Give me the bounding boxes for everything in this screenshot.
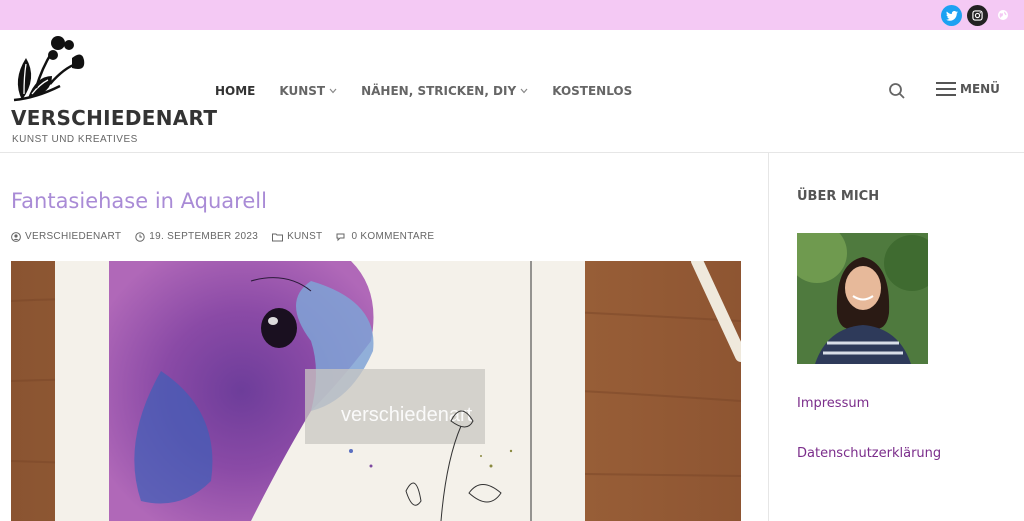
post-category[interactable]: KUNST xyxy=(272,231,322,242)
user-icon xyxy=(11,231,21,242)
site-title[interactable]: VERSCHIEDENART xyxy=(11,106,217,130)
post-title[interactable]: Fantasiehase in Aquarell xyxy=(11,189,267,213)
clock-icon xyxy=(135,231,145,242)
nav-item-label: NÄHEN, STRICKEN, DIY xyxy=(361,84,517,98)
sidebar-divider xyxy=(768,153,769,521)
nav-item-label: KOSTENLOS xyxy=(552,84,633,98)
search-button[interactable] xyxy=(888,82,906,105)
site-logo[interactable] xyxy=(10,32,90,109)
nav-item-label: HOME xyxy=(215,84,256,98)
post-comments[interactable]: 0 KOMMENTARE xyxy=(336,231,434,242)
nav-item-naehen[interactable]: NÄHEN, STRICKEN, DIY xyxy=(361,84,528,98)
author-photo xyxy=(797,233,928,364)
site-tagline: KUNST UND KREATIVES xyxy=(12,134,138,145)
post-meta: VERSCHIEDENART 19. SEPTEMBER 2023 KUNST … xyxy=(11,231,448,242)
sidebar-link-datenschutz[interactable]: Datenschutzerklärung xyxy=(797,446,941,461)
nav-item-kostenlos[interactable]: KOSTENLOS xyxy=(552,84,632,98)
author-name: VERSCHIEDENART xyxy=(25,231,122,242)
twitter-icon[interactable] xyxy=(941,5,962,26)
comments-text: 0 KOMMENTARE xyxy=(351,231,435,242)
main-navigation: HOME KUNST NÄHEN, STRICKEN, DIY KOSTENLO… xyxy=(215,84,656,98)
search-icon xyxy=(889,83,905,99)
category-text: KUNST xyxy=(287,231,323,242)
featured-image[interactable]: verschiedenart xyxy=(11,261,741,521)
post-author[interactable]: VERSCHIEDENART xyxy=(11,231,121,242)
hamburger-icon xyxy=(936,82,956,96)
site-header: VERSCHIEDENART KUNST UND KREATIVES HOME … xyxy=(0,30,1024,153)
date-text: 19. SEPTEMBER 2023 xyxy=(149,231,259,242)
menu-label: MENÜ xyxy=(960,82,1000,96)
nav-item-kunst[interactable]: KUNST xyxy=(279,84,337,98)
globe-icon[interactable] xyxy=(996,8,1010,22)
nav-item-label: KUNST xyxy=(279,84,326,98)
chevron-down-icon xyxy=(329,88,337,94)
nav-item-home[interactable]: HOME xyxy=(215,84,255,98)
chevron-down-icon xyxy=(520,88,528,94)
comments-icon xyxy=(336,233,345,241)
top-bar xyxy=(0,0,1024,30)
folder-icon xyxy=(272,233,284,241)
instagram-icon[interactable] xyxy=(967,5,988,26)
sidebar-title: ÜBER MICH xyxy=(797,189,880,204)
menu-button[interactable]: MENÜ xyxy=(936,81,1000,97)
sidebar-link-impressum[interactable]: Impressum xyxy=(797,396,869,411)
post-date[interactable]: 19. SEPTEMBER 2023 xyxy=(135,231,258,242)
